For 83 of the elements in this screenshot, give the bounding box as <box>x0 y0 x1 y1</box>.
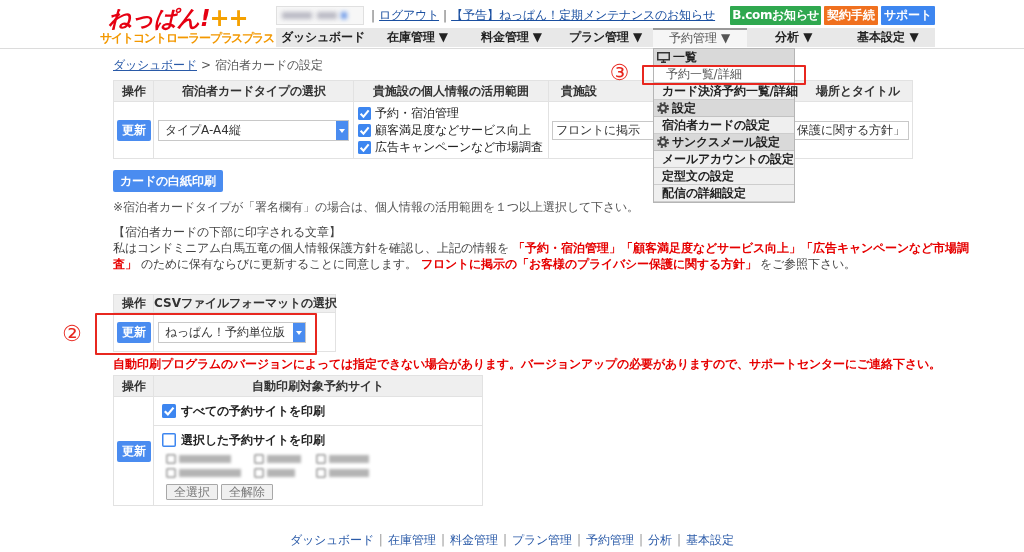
separator: | <box>378 533 383 547</box>
checkbox[interactable] <box>162 404 176 418</box>
gear-icon <box>656 136 669 148</box>
checkbox[interactable] <box>358 106 371 120</box>
checkbox[interactable] <box>358 123 371 137</box>
column-header: 貴施設の個人情報の活用範囲 <box>373 83 529 98</box>
menu-item[interactable]: 配信の詳細設定 <box>653 185 794 202</box>
checkbox[interactable] <box>316 454 326 464</box>
small-button[interactable]: 全選択 <box>166 484 218 500</box>
blurred-text <box>179 455 231 463</box>
column-header: 場所とタイトル <box>816 82 900 100</box>
nav-tab[interactable]: ダッシュボード <box>276 28 371 47</box>
nav-tab[interactable]: 分析 ▼ <box>746 28 841 47</box>
footer-link[interactable]: プラン管理 <box>512 533 572 547</box>
breadcrumb-current: 宿泊者カードの設定 <box>215 58 324 72</box>
caret-icon <box>336 120 348 140</box>
nav-tab[interactable]: 基本設定 ▼ <box>840 28 935 47</box>
section-title: 【宿泊者カードの下部に印字される文章】 <box>113 224 342 240</box>
column-header: 自動印刷対象予約サイト <box>252 378 384 393</box>
blurred-text <box>179 469 241 477</box>
checkbox-label: すべての予約サイトを印刷 <box>181 402 325 420</box>
note-text: ※宿泊者カードタイプが「署名欄有」の場合は、個人情報の活用範囲を１つ以上選択して下さい。 <box>113 200 641 215</box>
menu-item[interactable]: 宿泊者カードの設定 <box>653 117 794 134</box>
column-header: 操作 <box>121 378 146 393</box>
footer-link[interactable]: 料金管理 <box>449 533 498 547</box>
menu-section-title: 一覧 <box>672 48 697 66</box>
logo-wordmark: ねっぱん!++ <box>107 6 248 31</box>
header-link[interactable]: 【予告】ねっぱん！定期メンテナンスのお知らせ <box>451 7 716 24</box>
checkbox[interactable] <box>166 468 176 478</box>
separator: | <box>440 533 445 547</box>
select-field[interactable]: タイプA-A4縦 <box>158 119 349 141</box>
breadcrumb-link[interactable]: ダッシュボード <box>113 58 197 72</box>
checkbox[interactable] <box>166 454 176 464</box>
column-header: CSVファイルフォーマットの選択 <box>154 296 337 310</box>
logo-tagline: サイトコントローラープラスプラス <box>100 31 273 46</box>
footer-link[interactable]: 分析 <box>648 533 673 547</box>
header-link[interactable]: ログアウト <box>379 7 440 24</box>
nav-tab[interactable]: 在庫管理 ▼ <box>370 28 465 47</box>
column-header: 操作 <box>121 83 146 98</box>
blurred-text <box>267 469 295 477</box>
small-button[interactable]: 全解除 <box>221 484 273 500</box>
menu-item[interactable]: 定型文の設定 <box>653 168 794 185</box>
printed-paragraph: 私はコンドミニアム白馬五竜の個人情報保護方針を確認し、上記の情報を 「予約・宿泊管理」「顧客満足度などサービス向上」「広告キャンペーンなど市場調査」 のために保有ならびに更新することに同意します。 フロントに掲示の「お客様のプライバシー保護に関する方針」 をご参照下さい。 <box>113 240 970 272</box>
footer-link[interactable]: 基本設定 <box>686 533 735 547</box>
column-header: 宿泊者カードタイプの選択 <box>181 83 326 98</box>
blurred-text <box>329 469 369 477</box>
monitor-icon <box>656 51 670 63</box>
footer-link[interactable]: ダッシュボード <box>289 533 374 547</box>
checkbox-label: 予約・宿泊管理 <box>375 104 459 122</box>
warning-text: 自動印刷プログラムのバージョンによっては指定できない場合があります。バージョンアップの必要がありますので、サポートセンターにご連絡下さい。 <box>113 357 942 372</box>
menu-section-title: サンクスメール設定 <box>671 133 780 151</box>
nav-tab[interactable]: 予約管理 ▼ <box>652 28 747 47</box>
separator: | <box>502 533 507 547</box>
checkbox[interactable] <box>254 468 264 478</box>
column-header: 貴施設 <box>561 82 597 100</box>
separator: > <box>201 58 212 72</box>
caret-icon <box>293 322 305 342</box>
blurred-text <box>329 455 369 463</box>
select-field[interactable]: ねっぱん！予約単位版 <box>158 321 306 343</box>
checkbox[interactable] <box>162 433 176 447</box>
separator: | <box>677 533 682 547</box>
separator: | <box>577 533 582 547</box>
menu-section-title: 設定 <box>671 99 696 117</box>
checkbox[interactable] <box>254 454 264 464</box>
nav-tab[interactable]: 料金管理 ▼ <box>464 28 559 47</box>
blurred-text <box>267 455 301 463</box>
separator: | <box>443 8 448 23</box>
checkbox-label: 顧客満足度などサービス向上 <box>375 121 531 139</box>
footer-link[interactable]: 予約管理 <box>586 533 635 547</box>
annotation-number: ③ <box>609 61 630 85</box>
header-button[interactable]: サポート <box>881 6 935 25</box>
nav-tab[interactable]: プラン管理 ▼ <box>558 28 653 47</box>
gear-icon <box>656 102 669 114</box>
checkbox-label: 広告キャンペーンなど市場調査 <box>375 138 543 156</box>
checkbox-label: 選択した予約サイトを印刷 <box>181 431 325 449</box>
column-header: 操作 <box>121 296 146 310</box>
separator: | <box>639 533 644 547</box>
footer-link[interactable]: 在庫管理 <box>387 533 436 547</box>
checkbox[interactable] <box>358 140 371 154</box>
annotation-number: ② <box>62 322 82 346</box>
separator: | <box>371 8 376 23</box>
menu-item[interactable]: メールアカウントの設定 <box>653 151 794 168</box>
checkbox[interactable] <box>316 468 326 478</box>
